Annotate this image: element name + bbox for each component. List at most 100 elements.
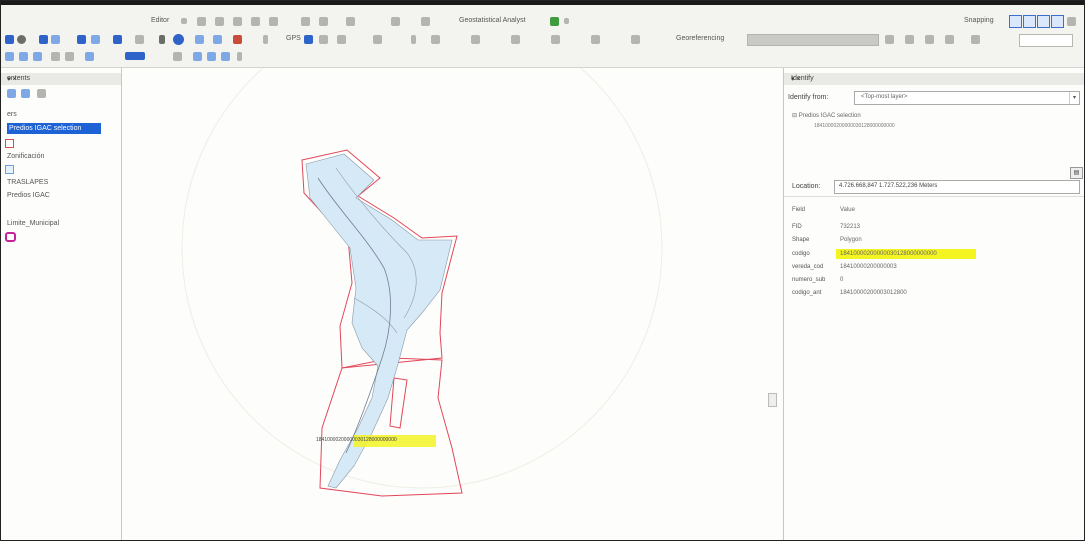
view-links-icon[interactable]	[971, 35, 980, 44]
gps-position-icon[interactable]	[319, 35, 328, 44]
fixed-zoom-out-icon[interactable]	[51, 35, 60, 44]
toolbar-grip-2-icon[interactable]	[411, 35, 416, 44]
attribute-field-shape: Shape	[792, 237, 810, 243]
snapping-options-icon[interactable]	[1067, 17, 1076, 26]
identify-tree-layer[interactable]: ⊟ Predios IGAC selection	[792, 112, 861, 119]
fixed-zoom-icon[interactable]	[39, 35, 48, 44]
list-by-drawing-order-icon[interactable]	[7, 89, 16, 98]
identify-icon[interactable]	[173, 34, 184, 45]
selection-symbol-swatch	[5, 139, 14, 148]
georef-tool-1-icon[interactable]	[431, 35, 440, 44]
georef-tool-3-icon[interactable]	[511, 35, 520, 44]
reshape-icon[interactable]	[233, 17, 242, 26]
identify-toolbar-icon[interactable]: ▤	[1070, 167, 1083, 179]
gps-menu[interactable]: GPS	[286, 35, 301, 42]
identify-pin-close-icon[interactable]: ▾ ×	[791, 75, 801, 83]
create-features-icon[interactable]	[346, 17, 355, 26]
toc-pin-close-icon[interactable]: ▾ ×	[7, 75, 17, 83]
model-builder-icon[interactable]	[237, 52, 242, 61]
vertex-snapping-icon[interactable]	[1037, 15, 1050, 28]
toc-layer-limite-municipal[interactable]: Limite_Municipal	[7, 220, 59, 227]
map-canvas	[181, 68, 663, 497]
geostatistical-analyst-menu[interactable]: Geostatistical Analyst	[459, 17, 526, 24]
identify-tree-feature[interactable]: 18410000200000030128000000000	[814, 123, 895, 129]
snapping-menu[interactable]: Snapping	[964, 17, 994, 24]
list-by-source-icon[interactable]	[21, 89, 30, 98]
toolbar-row-3	[1, 49, 1084, 67]
edge-snapping-icon[interactable]	[1051, 15, 1064, 28]
rotate-raster-icon[interactable]	[885, 35, 894, 44]
georeferencing-layer-dropdown[interactable]	[747, 34, 879, 46]
table-of-contents-panel: ontents ▾ × ers Predios IGAC selection Z…	[1, 68, 122, 540]
editor-menu[interactable]: Editor	[151, 17, 169, 24]
full-extent-icon[interactable]	[5, 35, 14, 44]
attribute-field-numero-sub: numero_sub	[792, 277, 826, 283]
find-icon[interactable]	[195, 35, 204, 44]
point-snapping-icon[interactable]	[1009, 15, 1022, 28]
attribute-value-codigo: 18410000200000030128000000000	[840, 251, 937, 257]
attribute-header-value: Value	[840, 207, 855, 213]
editor-dropdown-icon[interactable]	[181, 18, 187, 24]
zoom-out-icon[interactable]	[19, 52, 28, 61]
edit-tool-icon[interactable]	[197, 17, 206, 26]
back-extent-icon[interactable]	[77, 35, 86, 44]
rotate-icon[interactable]	[269, 17, 278, 26]
arcmap-window: Editor Geostatistical Analyst Snapping G…	[0, 0, 1085, 541]
attributes-icon[interactable]	[301, 17, 310, 26]
toolbar-options-icon[interactable]	[564, 18, 569, 24]
select-elements-icon[interactable]	[159, 35, 165, 44]
catalog-icon[interactable]	[173, 52, 182, 61]
toc-selected-layer[interactable]: Predios IGAC selection	[7, 123, 101, 134]
topology-icon[interactable]	[391, 17, 400, 26]
georef-tool-2-icon[interactable]	[471, 35, 480, 44]
pan-icon[interactable]	[17, 35, 26, 44]
select-features-icon[interactable]	[113, 35, 122, 44]
identify-from-dropdown[interactable]: <Top-most layer> ▾	[854, 91, 1080, 105]
location-field[interactable]: 4.726.668,847 1.727.522,236 Meters	[834, 180, 1080, 194]
search-window-icon[interactable]	[193, 52, 202, 61]
add-control-points-icon[interactable]	[925, 35, 934, 44]
add-data-icon[interactable]	[85, 52, 94, 61]
shift-raster-icon[interactable]	[905, 35, 914, 44]
gps-log-icon[interactable]	[337, 35, 346, 44]
parcel-polygon-small[interactable]	[389, 377, 408, 429]
scale-box-icon[interactable]	[125, 52, 145, 60]
georef-tool-6-icon[interactable]	[631, 35, 640, 44]
toc-layer-zonificacion[interactable]: Zonificación	[7, 153, 44, 160]
toolbar-grip-icon[interactable]	[263, 35, 268, 44]
toc-layer-traslapes[interactable]: TRASLAPES	[7, 179, 48, 186]
arctoolbox-icon[interactable]	[207, 52, 216, 61]
sketch-tool-icon[interactable]	[215, 17, 224, 26]
georeferencing-menu[interactable]: Georeferencing	[676, 35, 724, 42]
geostatistical-wizard-icon[interactable]	[550, 17, 559, 26]
toc-layer-predios-igac[interactable]: Predios IGAC	[7, 192, 50, 199]
dropdown-arrow-icon[interactable]: ▾	[1069, 92, 1079, 104]
forward-extent-icon[interactable]	[91, 35, 100, 44]
sketch-properties-icon[interactable]	[319, 17, 328, 26]
georef-tool-5-icon[interactable]	[591, 35, 600, 44]
attribute-field-fid: FID	[792, 224, 802, 230]
measure-icon[interactable]	[213, 35, 222, 44]
layout-zoom-icon[interactable]	[51, 52, 60, 61]
python-icon[interactable]	[221, 52, 230, 61]
georef-tool-4-icon[interactable]	[551, 35, 560, 44]
map-view[interactable]: 18410000200000030128000000000	[122, 68, 782, 540]
clear-selection-icon[interactable]	[135, 35, 144, 44]
toolbar-row-2: GPS Georeferencing	[1, 32, 1084, 50]
zoom-in-icon[interactable]	[5, 52, 14, 61]
pan-2-icon[interactable]	[33, 52, 42, 61]
map-scroll-handle[interactable]	[768, 393, 777, 407]
attribute-field-codigo: codigo	[792, 251, 810, 257]
tree-layer-name: Predios IGAC selection	[798, 113, 861, 119]
georef-scale-input[interactable]	[1019, 34, 1073, 47]
gps-options-icon[interactable]	[373, 35, 382, 44]
edit-vertices-icon[interactable]	[421, 17, 430, 26]
end-snapping-icon[interactable]	[1023, 15, 1036, 28]
link-table-icon[interactable]	[945, 35, 954, 44]
tree-expand-icon[interactable]: ⊟	[792, 113, 799, 119]
list-by-visibility-icon[interactable]	[37, 89, 46, 98]
split-icon[interactable]	[251, 17, 260, 26]
hyperlink-icon[interactable]	[233, 35, 242, 44]
gps-connect-icon[interactable]	[304, 35, 313, 44]
layout-pan-icon[interactable]	[65, 52, 74, 61]
